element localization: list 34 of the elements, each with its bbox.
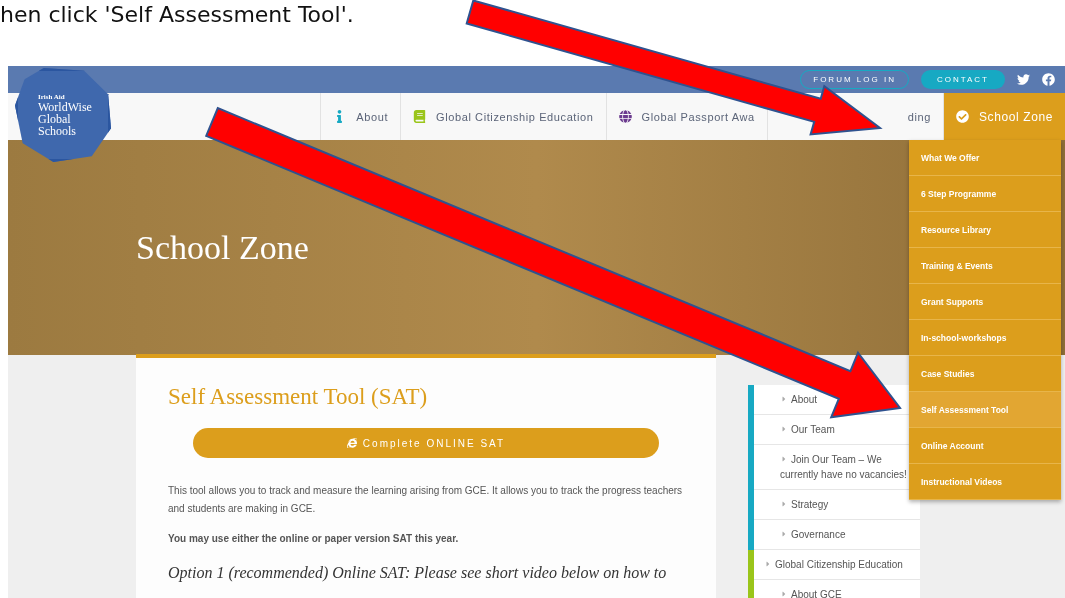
caret-icon — [780, 395, 788, 403]
facebook-icon[interactable] — [1042, 73, 1055, 86]
sidebar-link[interactable]: About GCE — [754, 580, 920, 598]
book-icon — [413, 110, 427, 123]
note-text: You may use either the online or paper version SAT this year. — [168, 532, 460, 546]
slide-caption: hen click 'Self Assessment Tool'. — [0, 2, 354, 27]
complete-sat-button[interactable]: Complete ONLINE SAT — [193, 428, 659, 458]
globe-icon — [618, 110, 632, 123]
menu-item[interactable]: In-school-workshops — [909, 320, 1061, 356]
menu-item[interactable]: Grant Supports — [909, 284, 1061, 320]
sidebar-link[interactable]: Governance — [754, 520, 920, 550]
caret-icon — [780, 530, 788, 538]
caret-icon — [780, 590, 788, 598]
caret-icon — [764, 560, 772, 568]
caret-icon — [780, 500, 788, 508]
caret-icon — [780, 425, 788, 433]
hero-title: School Zone — [136, 228, 309, 267]
menu-item[interactable]: Training & Events — [909, 248, 1061, 284]
page-title: Self Assessment Tool (SAT) — [168, 384, 429, 410]
option-heading: Option 1 (recommended) Online SAT: Please see short video below on how to — [168, 564, 668, 582]
menu-item[interactable]: Instructional Videos — [909, 464, 1061, 500]
sidebar-link[interactable]: Global Citizenship Education — [754, 550, 920, 580]
menu-item[interactable]: 6 Step Programme — [909, 176, 1061, 212]
menu-item[interactable]: Self Assessment Tool — [909, 392, 1061, 428]
menu-item[interactable]: Resource Library — [909, 212, 1061, 248]
browser-icon — [346, 438, 357, 448]
description-text: This tool allows you to track and measure the learning arising from GCE. It allows you to track the progress teachers and students are making in GCE. — [168, 484, 684, 516]
contact-button[interactable]: CONTACT — [920, 70, 1005, 89]
menu-item[interactable]: What We Offer — [909, 140, 1061, 176]
twitter-icon[interactable] — [1017, 73, 1030, 86]
sidebar-link[interactable]: Strategy — [754, 490, 920, 520]
nav-tab[interactable]: School Zone — [943, 93, 1065, 140]
menu-item[interactable]: Online Account — [909, 428, 1061, 464]
caret-icon — [780, 455, 788, 463]
